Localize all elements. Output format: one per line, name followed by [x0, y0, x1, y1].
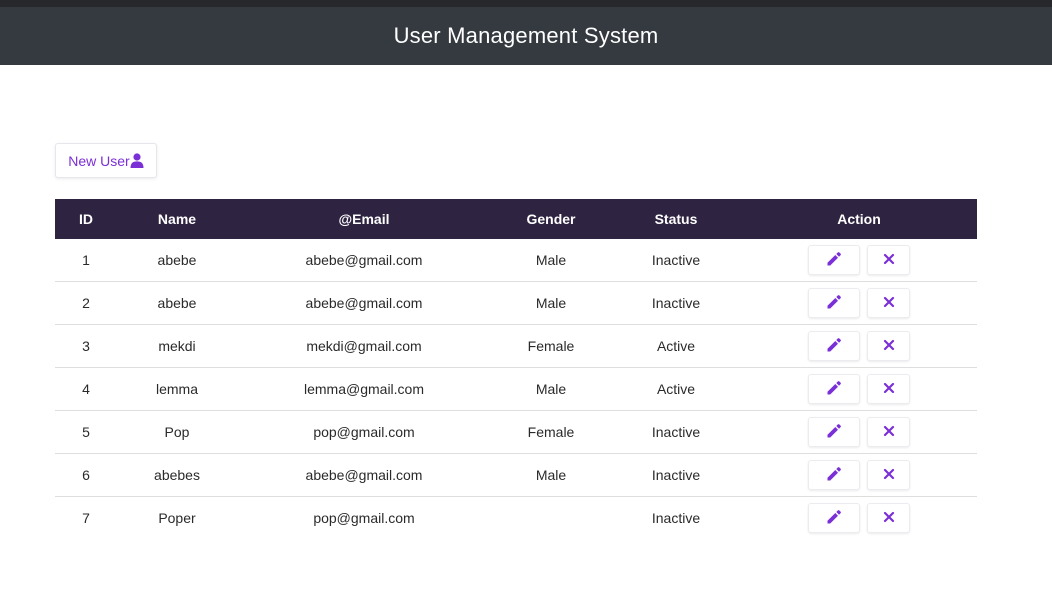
cell-actions [741, 453, 977, 497]
delete-button[interactable] [867, 245, 910, 275]
row-actions [741, 460, 977, 490]
cell-id: 1 [55, 239, 117, 282]
edit-button[interactable] [808, 331, 860, 361]
close-icon [883, 510, 895, 526]
pencil-icon [826, 294, 842, 313]
pencil-icon [826, 423, 842, 442]
column-header-email: @Email [338, 211, 390, 227]
delete-button[interactable] [867, 460, 910, 490]
cell-name: abebe [117, 239, 237, 282]
column-header-gender: Gender [526, 211, 576, 227]
edit-button[interactable] [808, 417, 860, 447]
new-user-label: New User [68, 152, 130, 169]
cell-id: 7 [82, 510, 90, 526]
table-row: 3 mekdi mekdi@gmail.com Female Active [55, 324, 977, 368]
delete-button[interactable] [867, 331, 910, 361]
delete-button[interactable] [867, 503, 910, 533]
edit-button[interactable] [808, 245, 860, 275]
cell-actions [741, 324, 977, 368]
delete-button[interactable] [867, 374, 910, 404]
cell-gender: Male [491, 239, 611, 282]
row-actions [741, 503, 977, 533]
column-header-status: Status [654, 211, 698, 227]
table-row: 4 lemma lemma@gmail.com Male Active [55, 367, 977, 411]
cell-email: abebe@gmail.com [237, 453, 491, 497]
table-body: 1 abebe abebe@gmail.com Male Inactive 2 … [55, 239, 977, 539]
cell-id: 4 [55, 367, 117, 411]
row-actions [741, 417, 977, 447]
cell-id: 5 [55, 410, 117, 454]
top-strip [0, 0, 1052, 7]
cell-status: Active [611, 324, 741, 368]
edit-button[interactable] [808, 503, 860, 533]
page-title: User Management System [393, 23, 659, 48]
table-row: 7 Poper pop@gmail.com Inactive [55, 497, 977, 540]
cell-gender: Male [491, 367, 611, 411]
cell-gender [491, 497, 611, 540]
cell-status: Active [611, 367, 741, 411]
row-actions [741, 331, 977, 361]
cell-gender: Female [491, 410, 611, 454]
table-row: 1 abebe abebe@gmail.com Male Inactive [55, 239, 977, 282]
cell-gender: Female [491, 324, 611, 368]
cell-email: mekdi@gmail.com [237, 324, 491, 368]
close-icon [883, 295, 895, 311]
close-icon [883, 381, 895, 397]
column-header-name: Name [157, 211, 197, 227]
delete-button[interactable] [867, 417, 910, 447]
cell-name: Pop [117, 410, 237, 454]
table-row: 5 Pop pop@gmail.com Female Inactive [55, 410, 977, 454]
close-icon [883, 424, 895, 440]
row-actions [741, 374, 977, 404]
cell-name: Poper [158, 510, 196, 526]
pencil-icon [826, 337, 842, 356]
cell-email: pop@gmail.com [313, 510, 415, 526]
table-row: 2 abebe abebe@gmail.com Male Inactive [55, 281, 977, 325]
cell-id: 2 [55, 281, 117, 325]
cell-id: 6 [55, 453, 117, 497]
cell-email: abebe@gmail.com [237, 281, 491, 325]
cell-gender: Male [491, 281, 611, 325]
cell-email: abebe@gmail.com [237, 239, 491, 282]
table-row: 6 abebes abebe@gmail.com Male Inactive [55, 453, 977, 497]
cell-id: 3 [55, 324, 117, 368]
column-header-id: ID [79, 211, 93, 227]
cell-name: abebe [117, 281, 237, 325]
cell-actions [741, 497, 977, 540]
new-user-button[interactable]: New User [55, 143, 157, 178]
cell-actions [741, 410, 977, 454]
delete-button[interactable] [867, 288, 910, 318]
table-header-row: ID Name @Email Gender Status Action [55, 199, 977, 239]
cell-gender: Male [491, 453, 611, 497]
user-icon [130, 153, 144, 168]
row-actions [741, 288, 977, 318]
cell-actions [741, 239, 977, 282]
pencil-icon [826, 251, 842, 270]
cell-status: Inactive [611, 410, 741, 454]
close-icon [883, 467, 895, 483]
edit-button[interactable] [808, 374, 860, 404]
close-icon [883, 338, 895, 354]
cell-name: lemma [117, 367, 237, 411]
cell-actions [741, 367, 977, 411]
edit-button[interactable] [808, 288, 860, 318]
row-actions [741, 245, 977, 275]
pencil-icon [826, 380, 842, 399]
cell-status: Inactive [611, 281, 741, 325]
column-header-action: Action [837, 211, 881, 227]
users-table: ID Name @Email Gender Status Action 1 ab… [55, 199, 977, 539]
app-header: User Management System [0, 7, 1052, 65]
pencil-icon [826, 509, 842, 528]
cell-email: lemma@gmail.com [237, 367, 491, 411]
cell-name: abebes [117, 453, 237, 497]
pencil-icon [826, 466, 842, 485]
cell-status: Inactive [611, 453, 741, 497]
cell-actions [741, 281, 977, 325]
close-icon [883, 252, 895, 268]
cell-status: Inactive [611, 239, 741, 282]
cell-email: pop@gmail.com [237, 410, 491, 454]
edit-button[interactable] [808, 460, 860, 490]
cell-name: mekdi [117, 324, 237, 368]
cell-status: Inactive [651, 510, 701, 526]
